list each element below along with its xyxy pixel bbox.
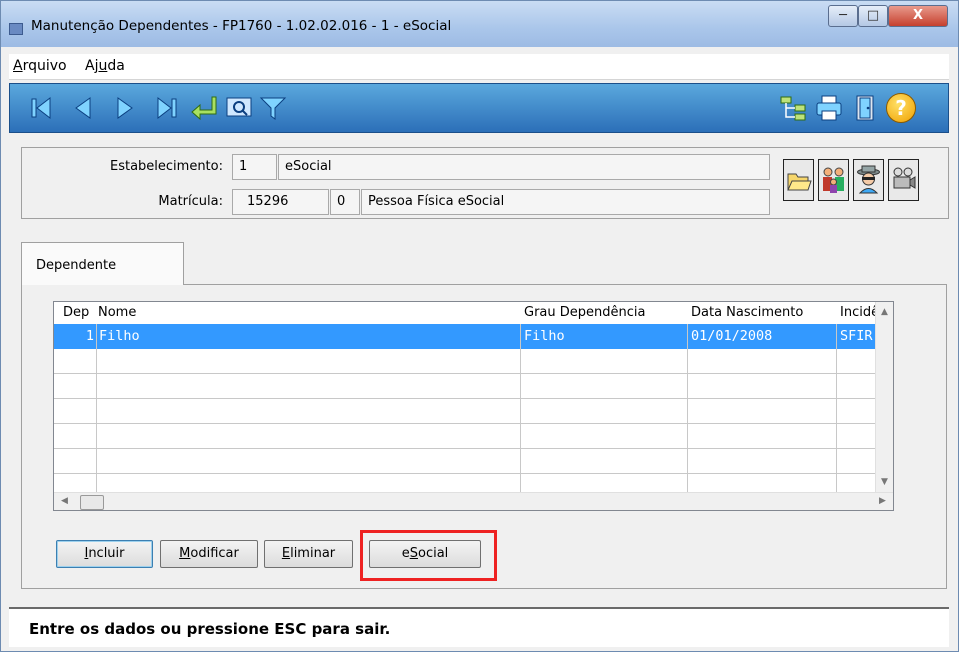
menu-arquivo[interactable]: Arquivo xyxy=(13,58,67,74)
camera-button[interactable] xyxy=(888,159,919,201)
scroll-thumb[interactable] xyxy=(80,495,104,510)
minimize-button[interactable]: ─ xyxy=(828,5,858,27)
table-row[interactable] xyxy=(54,424,877,449)
scroll-left-icon[interactable]: ◀ xyxy=(56,493,73,510)
matricula-field[interactable]: 15296 xyxy=(232,189,329,215)
maximize-button[interactable]: □ xyxy=(858,5,888,27)
app-icon xyxy=(9,23,23,35)
scroll-right-icon[interactable]: ▶ xyxy=(874,493,891,510)
family-icon xyxy=(823,167,844,193)
agent-button[interactable] xyxy=(853,159,884,201)
search-screen-icon[interactable] xyxy=(224,93,254,123)
detective-icon xyxy=(857,165,880,194)
column-divider xyxy=(687,324,688,493)
first-record-icon[interactable] xyxy=(26,93,56,123)
vertical-scrollbar[interactable]: ▲ ▼ xyxy=(875,302,893,493)
help-icon[interactable]: ? xyxy=(886,93,916,123)
table-row[interactable] xyxy=(54,349,877,374)
application-window: Manutenção Dependentes - FP1760 - 1.02.0… xyxy=(0,0,959,652)
highlight-box xyxy=(360,530,497,581)
column-header-grau[interactable]: Grau Dependência xyxy=(524,302,645,324)
goto-return-icon[interactable] xyxy=(188,93,218,123)
video-camera-icon xyxy=(893,167,916,189)
column-divider xyxy=(520,324,521,493)
scroll-up-icon[interactable]: ▲ xyxy=(876,304,893,321)
table-row[interactable] xyxy=(54,374,877,399)
column-divider xyxy=(96,324,97,493)
table-row[interactable]: 1 Filho Filho 01/01/2008 SFIR xyxy=(54,324,877,349)
status-bar: Entre os dados ou pressione ESC para sai… xyxy=(9,607,949,647)
column-header-data[interactable]: Data Nascimento xyxy=(691,302,803,324)
print-icon[interactable] xyxy=(814,93,844,123)
estabelecimento-code-field[interactable]: 1 xyxy=(232,154,277,180)
scroll-down-icon[interactable]: ▼ xyxy=(876,474,893,491)
cell-grau: Filho xyxy=(524,328,565,344)
matricula-label: Matrícula: xyxy=(158,194,223,209)
status-message: Entre os dados ou pressione ESC para sai… xyxy=(29,620,391,638)
last-record-icon[interactable] xyxy=(152,93,182,123)
exit-door-icon[interactable] xyxy=(850,93,880,123)
estabelecimento-name-field: eSocial xyxy=(278,154,770,180)
previous-record-icon[interactable] xyxy=(68,93,98,123)
column-header-dep[interactable]: Dep xyxy=(63,302,89,324)
cell-nome: Filho xyxy=(99,328,140,344)
incluir-button[interactable]: Incluir xyxy=(56,540,153,568)
close-button[interactable]: X xyxy=(888,5,948,27)
tree-structure-icon[interactable] xyxy=(778,93,808,123)
menu-ajuda[interactable]: Ajuda xyxy=(85,58,125,74)
cell-incidencia: SFIR xyxy=(840,328,873,344)
folder-open-icon xyxy=(787,173,812,191)
window-title: Manutenção Dependentes - FP1760 - 1.02.0… xyxy=(31,18,452,34)
person-name-field: Pessoa Física eSocial xyxy=(361,189,770,215)
modificar-button[interactable]: Modificar xyxy=(160,540,258,568)
cell-dep: 1 xyxy=(85,328,94,344)
estabelecimento-label: Estabelecimento: xyxy=(109,159,223,174)
family-button[interactable] xyxy=(818,159,849,201)
column-header-nome[interactable]: Nome xyxy=(98,302,136,324)
next-record-icon[interactable] xyxy=(110,93,140,123)
title-bar[interactable]: Manutenção Dependentes - FP1760 - 1.02.0… xyxy=(1,1,958,47)
main-toolbar: ? xyxy=(9,83,949,133)
horizontal-scrollbar[interactable]: ◀ ▶ xyxy=(54,492,893,510)
tab-dependente[interactable]: Dependente xyxy=(21,242,184,285)
dependents-grid[interactable]: Dep Nome Grau Dependência Data Nasciment… xyxy=(53,301,894,511)
matricula-digit-field: 0 xyxy=(330,189,360,215)
column-divider xyxy=(836,324,837,493)
table-row[interactable] xyxy=(54,399,877,424)
eliminar-button[interactable]: Eliminar xyxy=(264,540,353,568)
table-row[interactable] xyxy=(54,449,877,474)
filter-icon[interactable] xyxy=(258,93,288,123)
cell-data: 01/01/2008 xyxy=(691,328,773,344)
open-folder-button[interactable] xyxy=(783,159,814,201)
menu-bar: Arquivo Ajuda xyxy=(9,54,949,80)
